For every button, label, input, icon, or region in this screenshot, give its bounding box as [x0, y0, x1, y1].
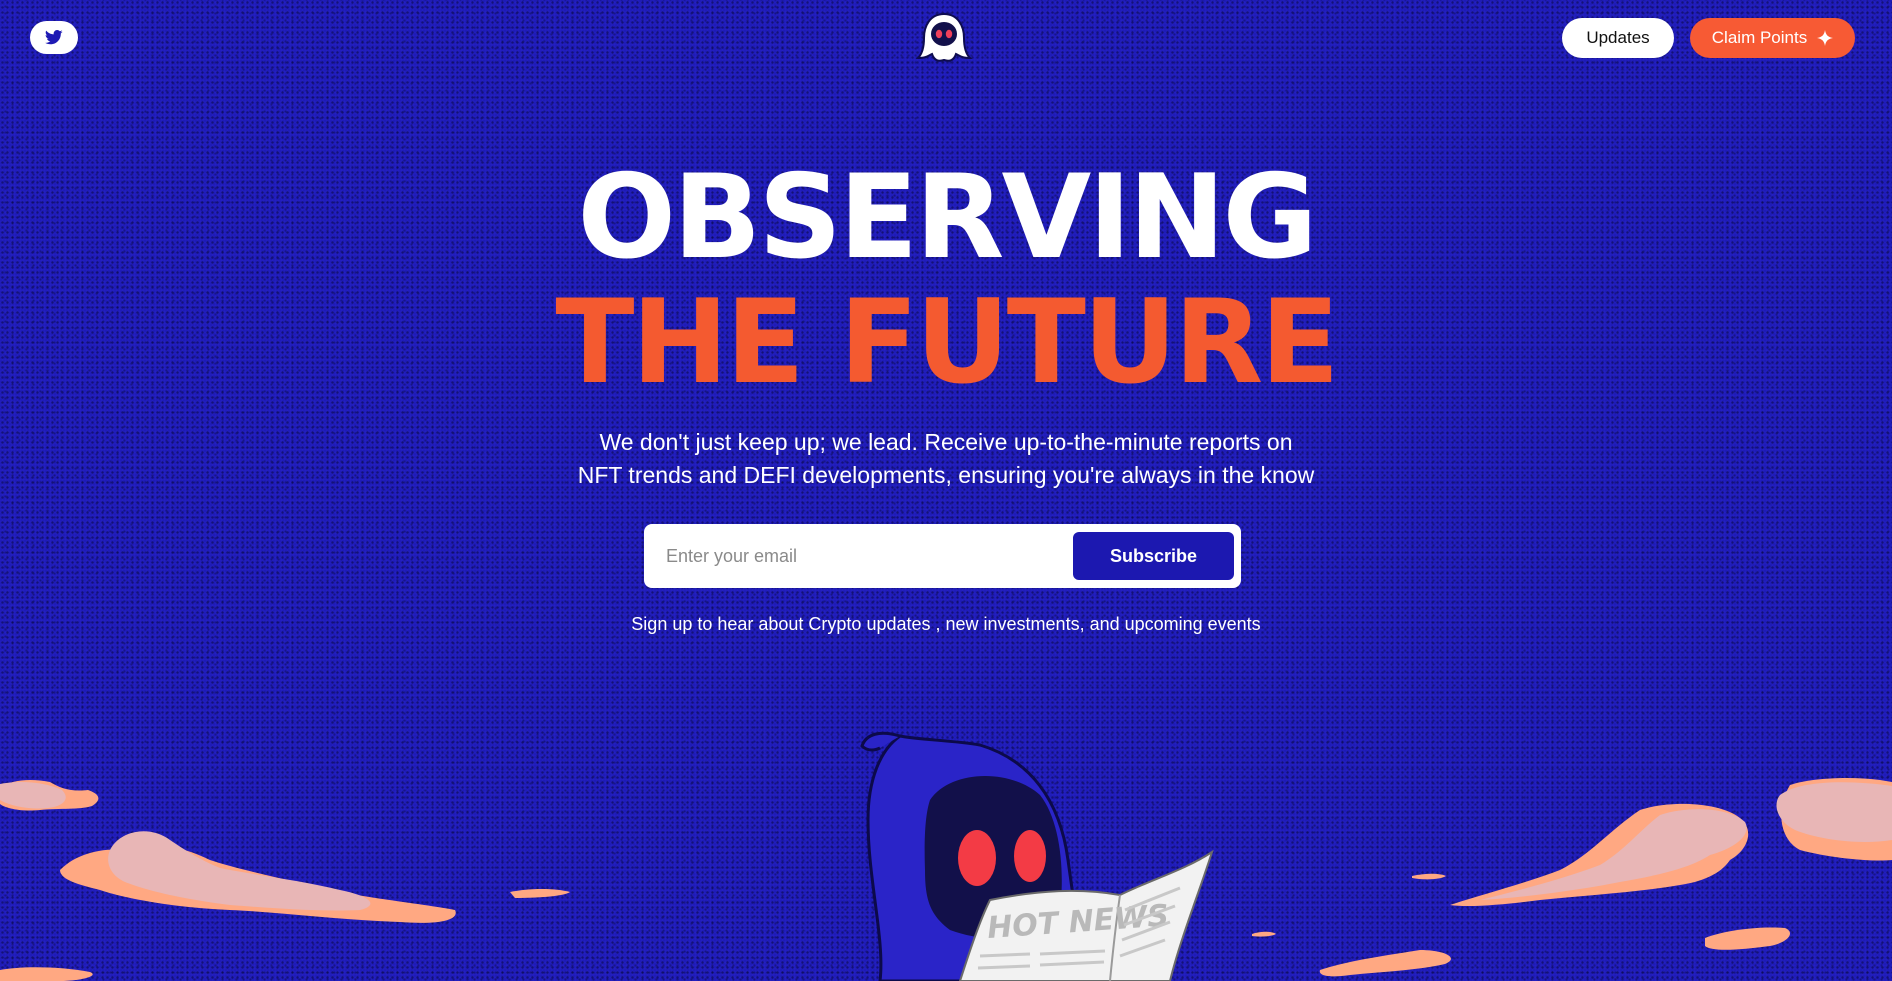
subscribe-form: Subscribe — [644, 524, 1241, 588]
twitter-bird-icon — [45, 30, 63, 45]
twitter-button[interactable] — [30, 21, 78, 54]
ghost-logo-icon[interactable] — [914, 8, 974, 68]
hero-subtitle: We don't just keep up; we lead. Receive … — [446, 426, 1446, 492]
left-clouds — [0, 780, 570, 981]
updates-label: Updates — [1586, 28, 1650, 47]
hero-title-line2: THE FUTURE — [555, 275, 1339, 410]
signup-note: Sign up to hear about Crypto updates , n… — [631, 614, 1261, 634]
hero-title-line1: OBSERVING — [577, 150, 1317, 285]
right-clouds — [1252, 777, 1892, 977]
email-input[interactable] — [666, 536, 1066, 576]
hero-subtitle-line1: We don't just keep up; we lead. Receive … — [599, 429, 1293, 455]
subscribe-button[interactable]: Subscribe — [1073, 532, 1234, 580]
ghost-newspaper-illustration: HOT NEWS — [0, 731, 1892, 981]
claim-points-label: Claim Points — [1711, 28, 1808, 47]
sparkle-icon — [1817, 30, 1834, 46]
hero-subtitle-line2: NFT trends and DEFI developments, ensuri… — [577, 462, 1315, 488]
updates-button[interactable]: Updates — [1562, 18, 1674, 58]
claim-points-button[interactable]: Claim Points — [1690, 18, 1855, 58]
